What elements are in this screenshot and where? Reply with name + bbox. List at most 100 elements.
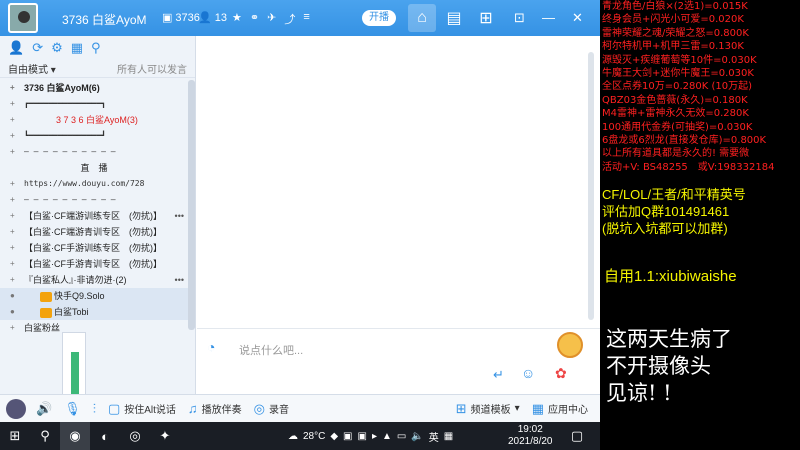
room-name[interactable]: 3736 白鲨AyoM — [62, 11, 147, 28]
expand-icon[interactable]: + — [10, 256, 15, 272]
channel-scrollbar[interactable] — [188, 80, 195, 330]
user-status-icon[interactable]: ● — [10, 304, 15, 320]
refresh-icon[interactable]: ⟳ — [32, 40, 43, 55]
tray-app-icon[interactable]: ◆ — [330, 431, 338, 442]
system-tray: ☁ 28°C ◆ ▣ ▣ ▸ ▲ ▭ 🔈 英 ▦ — [288, 422, 453, 450]
browser-icon[interactable]: ◐ — [90, 422, 120, 450]
expand-icon[interactable]: + — [10, 176, 15, 192]
expand-icon[interactable]: + — [10, 96, 15, 112]
emoji-icon[interactable]: ☺ — [521, 365, 535, 381]
mic-button[interactable]: 🎙 — [64, 401, 81, 417]
menu-icon[interactable]: ≡ — [303, 11, 309, 27]
search-icon[interactable]: ⚲ — [30, 422, 60, 450]
temperature[interactable]: 28°C — [303, 431, 325, 442]
grid-icon[interactable]: ▦ — [444, 431, 453, 442]
share-icon[interactable]: ⤴ — [284, 11, 295, 27]
link-icon[interactable]: ⚭ — [250, 11, 259, 27]
channel-row[interactable]: + 白鲨粉丝 — [0, 320, 188, 336]
promo-price-list: 青龙角色/白狼×(2选1)=0.015K 终身会员+闪光小可爱=0.020K 雷神荣… — [600, 0, 800, 184]
obs-icon[interactable]: ◎ — [120, 422, 150, 450]
send-icon[interactable]: ↵ — [493, 367, 504, 383]
flower-icon[interactable]: ✿ — [555, 365, 567, 382]
room-avatar[interactable] — [8, 3, 38, 33]
chat-bubble-icon[interactable]: ◔ — [207, 339, 225, 357]
channel-row[interactable]: + ┏━━━━━━━━━━━━━━━┓ — [0, 96, 188, 112]
my-avatar[interactable] — [6, 398, 26, 419]
channel-row[interactable]: + 【白鲨·CF端游青训专区 (勿扰)】 — [0, 224, 188, 240]
clock[interactable]: 19:02 2021/8/20 — [508, 424, 553, 448]
expand-icon[interactable]: + — [10, 224, 15, 240]
shop-icon[interactable]: ⊡ — [514, 10, 525, 26]
expand-icon[interactable]: + — [10, 144, 15, 160]
channel-row[interactable]: + 『白鲨私人』·非请勿进·(2) ••• — [0, 272, 188, 288]
channel-row[interactable]: ● 快手Q9.Solo — [0, 288, 188, 304]
promo-line: 以上所有道具都是永久的! 需要微 — [602, 148, 750, 160]
chat-input[interactable]: 说点什么吧... — [239, 342, 303, 358]
tray-app-icon[interactable]: ▸ — [372, 431, 377, 442]
list-icon[interactable]: ▤ — [440, 4, 468, 32]
expand-icon[interactable]: + — [10, 208, 15, 224]
ptt-button[interactable]: ▢ 按住Alt说话 — [108, 401, 176, 417]
channel-row[interactable]: + 【白鲨·CF手游训练专区 (勿扰)】 — [0, 240, 188, 256]
tray-app-icon[interactable]: ▣ — [358, 431, 367, 442]
input-language[interactable]: 英 — [429, 429, 439, 444]
expand-icon[interactable]: + — [10, 192, 15, 208]
expand-icon[interactable]: + — [10, 320, 15, 336]
channel-row[interactable]: ● 白鲨Tobi — [0, 304, 188, 320]
weather-icon[interactable]: ☁ — [288, 431, 298, 442]
chat-scrollbar[interactable] — [588, 52, 594, 320]
user-status-icon[interactable]: ● — [10, 288, 15, 304]
gift-icon[interactable] — [557, 332, 583, 358]
id-icon: ▣ — [162, 11, 173, 24]
gamepad-icon[interactable]: ⊞ — [472, 4, 500, 32]
notice-icon[interactable]: ▦ — [71, 40, 83, 55]
template-icon: ⊞ — [455, 400, 467, 416]
more-icon[interactable]: ••• — [175, 272, 184, 288]
minimize-icon[interactable]: — — [542, 10, 555, 25]
person-icon: 👤 — [198, 11, 212, 24]
speaker-button[interactable]: 🔊 — [36, 401, 52, 417]
channel-row[interactable]: +3736 白鲨AyoM(6) — [0, 80, 188, 96]
record-button[interactable]: ◎ 录音 — [254, 401, 289, 417]
home-icon[interactable]: ⌂ — [408, 4, 436, 32]
expand-icon[interactable]: + — [10, 80, 15, 96]
notification-icon[interactable]: ▢ — [562, 422, 592, 450]
channel-row[interactable]: + ┗━━━━━━━━━━━━━━━┛ — [0, 128, 188, 144]
channel-row[interactable]: + — — — — — — — — — — — [0, 192, 188, 208]
settings-icon[interactable]: ⚙ — [51, 40, 63, 55]
start-live-button[interactable]: 开播 — [362, 10, 396, 26]
channel-row[interactable]: + https://www.douyu.com/728 — [0, 176, 188, 192]
search-icon[interactable]: ⚲ — [91, 40, 101, 55]
user-icon[interactable]: 👤 — [8, 40, 24, 55]
close-icon[interactable]: ✕ — [572, 10, 583, 26]
tray-app-icon[interactable]: ▲ — [382, 431, 392, 442]
expand-icon[interactable]: + — [10, 128, 15, 144]
volume-icon[interactable]: 🔈 — [411, 431, 423, 442]
windows-start-icon[interactable]: ⊞ — [0, 422, 30, 450]
channel-row[interactable]: +3 7 3 6 白鲨AyoM(3) — [0, 112, 188, 128]
template-button[interactable]: ⊞ 频道模板 ▾ — [456, 401, 520, 417]
expand-icon[interactable]: + — [10, 112, 15, 128]
mode-dropdown[interactable]: 自由模式 ▾ — [8, 61, 56, 76]
channel-row[interactable]: + 【白鲨·CF手游青训专区 (勿扰)】 — [0, 256, 188, 272]
expand-icon[interactable]: + — [10, 240, 15, 256]
star-icon[interactable]: ★ — [232, 11, 242, 27]
channel-label: 快手Q9.Solo — [54, 291, 105, 301]
channel-row[interactable]: 直 播 — [0, 160, 188, 176]
expand-icon[interactable]: + — [10, 272, 15, 288]
app-center-button[interactable]: ▦ 应用中心 — [532, 401, 588, 417]
more-icon[interactable]: ••• — [175, 208, 184, 224]
music-button[interactable]: ♫ 播放伴奏 — [188, 401, 242, 416]
tray-app-icon[interactable]: ▣ — [343, 431, 352, 442]
plane-icon[interactable]: ✈ — [267, 11, 276, 27]
promo-line: M4雷神+雷神永久无效=0.280K — [602, 108, 749, 120]
mixer-button[interactable]: ⫶ — [93, 401, 96, 417]
channel-label: 【白鲨·CF手游训练专区 (勿扰)】 — [24, 243, 162, 253]
channel-row[interactable]: + — — — — — — — — — — — [0, 144, 188, 160]
room-id-stat: ▣ 3736 — [162, 12, 200, 24]
music-label: 播放伴奏 — [201, 405, 242, 416]
yy-app-icon[interactable]: ◉ — [60, 422, 90, 450]
network-icon[interactable]: ▭ — [397, 431, 406, 442]
game-icon[interactable]: ✦ — [150, 422, 180, 450]
channel-row[interactable]: + 【白鲨·CF端游训练专区 (勿扰)】 ••• — [0, 208, 188, 224]
